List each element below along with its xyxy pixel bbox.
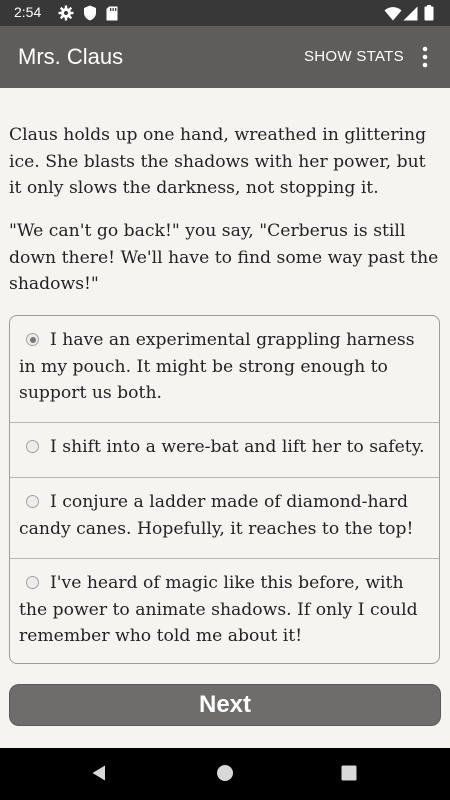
shield-icon [83,5,97,21]
story-paragraph: "We can't go back!" you say, "Cerberus i… [9,221,439,294]
back-icon[interactable] [90,764,108,786]
status-bar: 2:54 [0,0,450,26]
choice-option[interactable]: I've heard of magic like this before, wi… [10,559,439,663]
signal-icon [403,5,418,21]
choice-label: I have an experimental grappling harness… [19,330,415,403]
show-stats-button[interactable]: SHOW STATS [304,48,404,65]
next-button[interactable]: Next [9,684,441,726]
nav-bar [0,748,450,800]
app-bar: Mrs. Claus SHOW STATS [0,26,450,88]
wifi-icon [384,5,402,21]
choice-option[interactable]: I shift into a were-bat and lift her to … [10,423,439,478]
recents-icon[interactable] [340,764,358,786]
choice-option[interactable]: I conjure a ladder made of diamond-hard … [10,478,439,559]
gear-icon [58,5,74,21]
choice-label: I shift into a were-bat and lift her to … [50,437,425,457]
more-vert-icon[interactable] [415,45,435,69]
choice-label: I've heard of magic like this before, wi… [19,573,418,646]
home-icon[interactable] [216,764,234,786]
page-title: Mrs. Claus [18,44,124,69]
choice-label: I conjure a ladder made of diamond-hard … [19,492,414,539]
story-paragraph: Claus holds up one hand, wreathed in gli… [9,125,427,198]
status-time: 2:54 [14,4,42,20]
sd-card-icon [106,5,118,21]
choice-option[interactable]: I have an experimental grappling harness… [10,316,439,423]
battery-icon [424,5,434,21]
choice-list: I have an experimental grappling harness… [9,315,440,664]
